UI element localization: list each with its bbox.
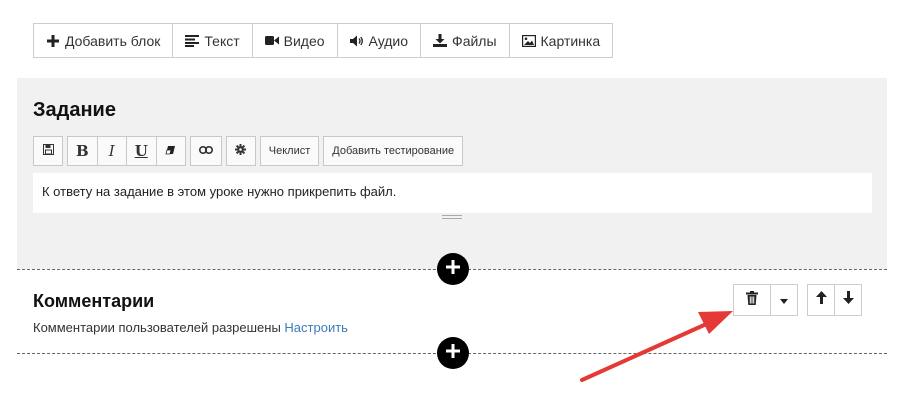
settings-button[interactable]	[225, 136, 256, 166]
link-icon	[198, 145, 213, 157]
audio-label: Аудио	[368, 32, 409, 49]
speaker-icon	[349, 34, 364, 48]
image-label: Картинка	[540, 32, 601, 49]
move-control-group	[807, 284, 862, 316]
arrow-down-icon	[842, 291, 854, 309]
clear-format-button[interactable]	[155, 136, 186, 166]
block-options-dropdown[interactable]	[770, 284, 798, 316]
resize-handle[interactable]	[442, 215, 462, 220]
link-button[interactable]	[189, 136, 222, 166]
add-block-button[interactable]: Добавить блок	[33, 23, 174, 58]
video-label: Видео	[283, 32, 325, 49]
video-camera-icon	[264, 34, 279, 48]
move-up-button[interactable]	[807, 284, 835, 316]
download-icon	[433, 34, 448, 48]
text-label: Текст	[204, 32, 240, 49]
arrow-up-icon	[815, 291, 827, 309]
annotation-arrow-icon	[580, 311, 733, 382]
save-button[interactable]	[33, 136, 63, 166]
task-editor-content[interactable]: К ответу на задание в этом уроке нужно п…	[33, 173, 872, 213]
trash-icon	[746, 290, 758, 310]
text-lines-icon	[185, 34, 200, 48]
comments-status: Комментарии пользователей разрешены Наст…	[33, 320, 348, 335]
plus-circle-icon	[445, 259, 461, 280]
add-block-label: Добавить блок	[65, 32, 161, 49]
text-button[interactable]: Текст	[172, 23, 253, 58]
move-down-button[interactable]	[834, 284, 862, 316]
image-icon	[521, 34, 536, 48]
caret-down-icon	[780, 291, 788, 309]
bold-button[interactable]: B	[67, 136, 98, 166]
floppy-disk-icon	[42, 144, 54, 158]
audio-button[interactable]: Аудио	[336, 23, 422, 58]
task-block: Задание B I U Чеклист Добавить тестирова…	[17, 78, 887, 269]
plus-icon	[46, 34, 60, 48]
image-button[interactable]: Картинка	[508, 23, 614, 58]
configure-comments-link[interactable]: Настроить	[284, 320, 348, 335]
gear-icon	[235, 144, 247, 158]
delete-control-group	[733, 284, 798, 316]
plus-circle-icon	[445, 343, 461, 364]
add-block-between-button[interactable]	[437, 253, 469, 285]
italic-button[interactable]: I	[96, 136, 127, 166]
comments-status-text: Комментарии пользователей разрешены	[33, 320, 281, 335]
underline-button[interactable]: U	[125, 136, 157, 166]
delete-block-button[interactable]	[733, 284, 771, 316]
files-button[interactable]: Файлы	[420, 23, 510, 58]
add-testing-button[interactable]: Добавить тестирование	[323, 136, 464, 166]
comments-title: Комментарии	[33, 291, 155, 311]
task-title: Задание	[33, 99, 116, 121]
editor-toolbar: B I U Чеклист Добавить тестирование	[33, 136, 467, 166]
add-block-after-button[interactable]	[437, 337, 469, 369]
block-toolbar: Добавить блок Текст Видео Аудио Файлы Ка…	[33, 23, 614, 58]
video-button[interactable]: Видео	[251, 23, 338, 58]
eraser-icon	[165, 145, 176, 158]
files-label: Файлы	[452, 32, 497, 49]
checklist-button[interactable]: Чеклист	[259, 136, 320, 166]
